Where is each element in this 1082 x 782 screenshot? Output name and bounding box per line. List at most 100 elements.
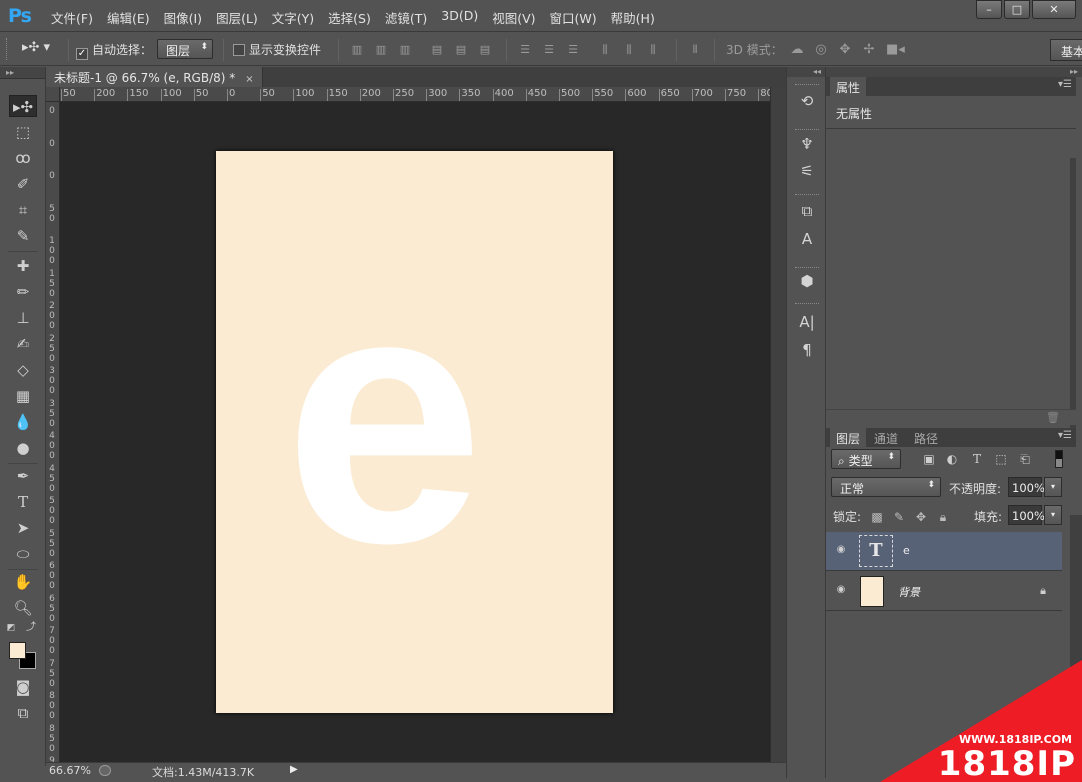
- clone-stamp-tool-icon[interactable]: ⊥: [9, 307, 37, 329]
- dock-grip[interactable]: [795, 267, 819, 269]
- menu-3d[interactable]: 3D(D): [434, 8, 485, 27]
- tab-layers[interactable]: 图层: [830, 428, 867, 447]
- visibility-eye-icon[interactable]: ◉: [834, 544, 848, 556]
- lock-position-icon[interactable]: ✥: [914, 510, 928, 524]
- distribute-left-icon[interactable]: ⫼: [598, 43, 612, 56]
- filter-smart-object-icon[interactable]: ⎗: [1018, 452, 1032, 466]
- blend-mode-dropdown[interactable]: 正常 ⬍: [831, 477, 941, 497]
- 3d-rotate-icon[interactable]: ☁: [790, 43, 804, 56]
- dock-grip[interactable]: [795, 194, 819, 196]
- quick-mask-icon[interactable]: ◙: [9, 676, 37, 698]
- align-right-icon[interactable]: ▤: [478, 43, 492, 56]
- menu-layer[interactable]: 图层(L): [209, 8, 265, 27]
- menu-edit[interactable]: 编辑(E): [100, 8, 157, 27]
- status-menu-arrow-icon[interactable]: ▶: [290, 764, 298, 775]
- lock-image-icon[interactable]: ✎: [892, 510, 906, 524]
- foreground-color-swatch[interactable]: [9, 642, 26, 659]
- type-tool-icon[interactable]: T: [9, 491, 37, 513]
- trash-icon[interactable]: 🗑︎: [1046, 411, 1060, 424]
- lock-transparent-icon[interactable]: ▩: [870, 510, 884, 524]
- opacity-field[interactable]: 100%: [1008, 477, 1045, 497]
- shape-tool-icon[interactable]: ⬭: [9, 543, 37, 565]
- close-tab-icon[interactable]: ×: [245, 74, 253, 85]
- eraser-tool-icon[interactable]: ◇: [9, 359, 37, 381]
- pen-tool-icon[interactable]: ✒: [9, 465, 37, 487]
- menu-filter[interactable]: 滤镜(T): [378, 8, 434, 27]
- 3d-scale-icon[interactable]: ■◂: [886, 43, 905, 56]
- show-transform-checkbox[interactable]: 显示变换控件: [233, 41, 321, 58]
- history-brush-tool-icon[interactable]: ✍: [9, 333, 37, 355]
- distribute-top-icon[interactable]: ☰: [518, 43, 532, 56]
- move-tool-preset-icon[interactable]: ▸✣ ▾: [22, 40, 50, 55]
- panels-collapse-arrows[interactable]: ▸▸: [826, 67, 1082, 77]
- align-top-icon[interactable]: ▥: [350, 43, 364, 56]
- minimize-button[interactable]: –: [976, 0, 1002, 19]
- menu-file[interactable]: 文件(F): [44, 8, 100, 27]
- dodge-tool-icon[interactable]: ●: [9, 437, 37, 459]
- layers-scrollbar[interactable]: [1070, 515, 1082, 775]
- layer-name[interactable]: 背景: [898, 584, 920, 600]
- 3d-slide-icon[interactable]: ✢: [862, 43, 876, 56]
- fill-field[interactable]: 100%: [1008, 505, 1045, 525]
- brush-presets-panel-icon[interactable]: ♆: [795, 134, 819, 154]
- align-left-icon[interactable]: ▤: [430, 43, 444, 56]
- align-vcenter-icon[interactable]: ▥: [374, 43, 388, 56]
- distribute-hcenter-icon[interactable]: ⫼: [622, 43, 636, 56]
- menu-help[interactable]: 帮助(H): [604, 8, 662, 27]
- vertical-ruler[interactable]: 0 0 0 50 100 150 200 250 300 350 400 450 500 550 600 65…: [46, 102, 60, 762]
- path-selection-tool-icon[interactable]: ➤: [9, 517, 37, 539]
- zoom-level[interactable]: 66.67%: [49, 764, 91, 777]
- distribute-right-icon[interactable]: ⫼: [646, 43, 660, 56]
- auto-align-icon[interactable]: ⫴: [688, 43, 702, 56]
- close-button[interactable]: ✕: [1032, 0, 1076, 19]
- distribute-vcenter-icon[interactable]: ☰: [542, 43, 556, 56]
- status-info-icon[interactable]: [99, 765, 111, 776]
- dock-collapse-arrows[interactable]: ◂◂: [787, 67, 825, 77]
- menu-type[interactable]: 文字(Y): [265, 8, 321, 27]
- distribute-bottom-icon[interactable]: ☰: [566, 43, 580, 56]
- tools-collapse-arrows[interactable]: ▸▸: [0, 67, 45, 79]
- text-layer-thumbnail[interactable]: T: [859, 535, 893, 567]
- healing-brush-tool-icon[interactable]: ✚: [9, 255, 37, 277]
- menu-select[interactable]: 选择(S): [321, 8, 378, 27]
- options-grip[interactable]: [6, 38, 9, 60]
- document-tab[interactable]: 未标题-1 @ 66.7% (e, RGB/8) * ×: [46, 67, 263, 87]
- menu-window[interactable]: 窗口(W): [543, 8, 604, 27]
- document-canvas[interactable]: e: [216, 151, 613, 713]
- align-bottom-icon[interactable]: ▥: [398, 43, 412, 56]
- fill-dropdown-icon[interactable]: ▾: [1044, 505, 1062, 525]
- maximize-button[interactable]: □: [1004, 0, 1030, 19]
- layers-menu-icon[interactable]: ▾☰: [1058, 430, 1072, 441]
- menu-view[interactable]: 视图(V): [485, 8, 542, 27]
- dock-grip[interactable]: [795, 129, 819, 131]
- lock-all-icon[interactable]: 🔒︎: [936, 510, 950, 524]
- character-styles-panel-icon[interactable]: A: [795, 229, 819, 249]
- tab-properties[interactable]: 属性: [830, 77, 867, 96]
- visibility-eye-icon[interactable]: ◉: [834, 584, 848, 596]
- marquee-tool-icon[interactable]: ⬚: [9, 121, 37, 143]
- auto-select-checkbox[interactable]: ✓ 自动选择：: [76, 41, 152, 60]
- tab-paths[interactable]: 路径: [908, 428, 944, 447]
- crop-tool-icon[interactable]: ⌗: [9, 199, 37, 221]
- canvas-area[interactable]: e: [60, 102, 770, 762]
- gradient-tool-icon[interactable]: ▦: [9, 385, 37, 407]
- brush-panel-icon[interactable]: ⚟: [795, 161, 819, 181]
- lasso-tool-icon[interactable]: ꝏ: [9, 147, 37, 169]
- background-layer-thumbnail[interactable]: [860, 576, 884, 607]
- quick-select-tool-icon[interactable]: ✐: [9, 173, 37, 195]
- layer-row-background[interactable]: ◉ 背景 🔒︎: [826, 572, 1062, 611]
- tab-channels[interactable]: 通道: [868, 428, 904, 447]
- align-hcenter-icon[interactable]: ▤: [454, 43, 468, 56]
- horizontal-ruler[interactable]: 50 200 150 100 50 0 50 100 150 200 250 300 350 400 450…: [60, 87, 770, 102]
- dock-grip[interactable]: [795, 84, 819, 86]
- history-panel-icon[interactable]: ⟲: [795, 91, 819, 111]
- filter-toggle-switch[interactable]: [1055, 450, 1063, 468]
- 3d-drag-icon[interactable]: ✥: [838, 43, 852, 56]
- layer-name[interactable]: e: [903, 544, 910, 557]
- layer-row-e[interactable]: ◉ T e: [826, 532, 1062, 571]
- character-panel-icon[interactable]: A|: [795, 312, 819, 332]
- swap-colors-icon[interactable]: ⤴: [24, 622, 38, 634]
- properties-scrollbar[interactable]: [1070, 158, 1076, 436]
- 3d-panel-icon[interactable]: ⬢: [795, 271, 819, 291]
- layer-filter-dropdown[interactable]: ⌕ 类型 ⬍: [831, 449, 901, 469]
